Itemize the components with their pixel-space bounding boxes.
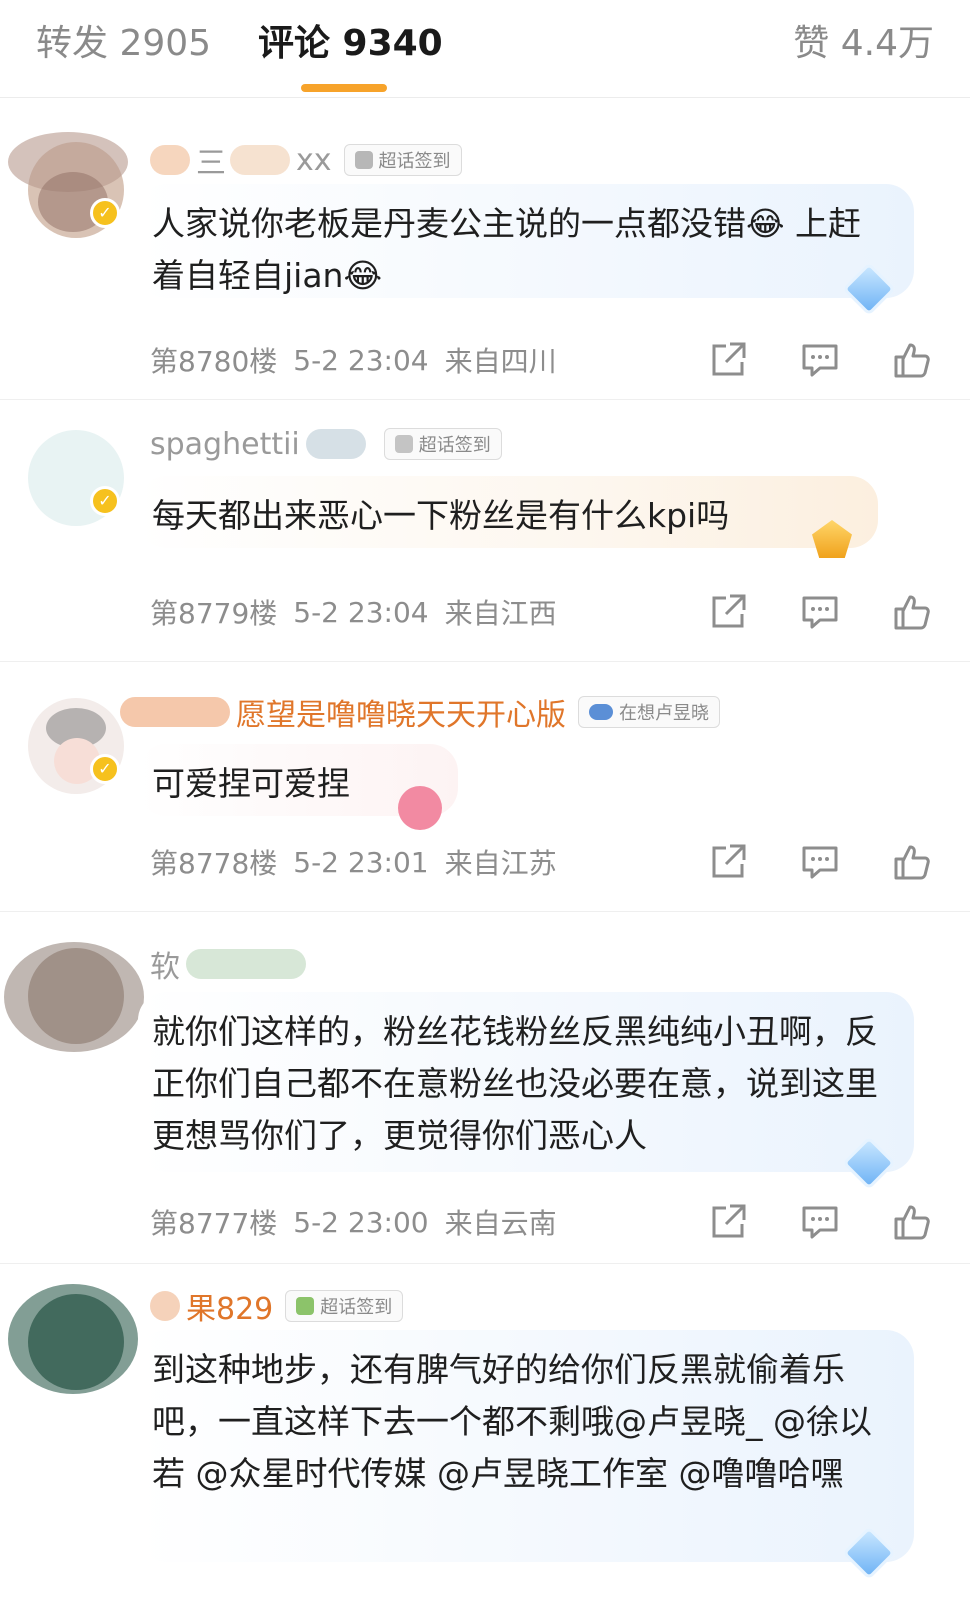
- redaction-mark: [186, 949, 306, 979]
- comment-header: 愿望是噜噜晓天天开心版 在想卢昱晓: [120, 690, 720, 734]
- location: 来自四川: [444, 345, 557, 378]
- comment-text: 就你们这样的，粉丝花钱粉丝反黑纯纯小丑啊，反正你们自己都不在意粉丝也没必要在意，…: [152, 1012, 878, 1155]
- comment-header: spaghettii 超话签到: [150, 422, 502, 466]
- like-icon[interactable]: [892, 842, 932, 882]
- comment-text: 可爱捏可爱捏: [152, 764, 350, 803]
- diamond-icon: [842, 1136, 896, 1190]
- comment-actions: [708, 1200, 932, 1244]
- super-topic-checkin-badge: 超话签到: [285, 1290, 404, 1322]
- gem-icon: [812, 520, 852, 558]
- checkin-icon: [354, 151, 373, 169]
- comment-item: ✓ 愿望是噜噜晓天天开心版 在想卢昱晓 可爱捏可爱捏 第8778楼 5-2 23…: [0, 662, 970, 912]
- timestamp: 5-2 23:00: [293, 1205, 429, 1239]
- comment-icon[interactable]: [800, 592, 840, 632]
- diamond-icon: [842, 262, 896, 316]
- comment-icon[interactable]: [800, 1202, 840, 1242]
- location: 来自江苏: [444, 847, 557, 880]
- avatar[interactable]: [4, 942, 144, 1052]
- like-icon[interactable]: [892, 340, 932, 380]
- checkin-icon: [394, 435, 413, 453]
- tab-comments[interactable]: 评论 9340: [258, 22, 443, 66]
- comment-icon[interactable]: [800, 842, 840, 882]
- share-icon[interactable]: [708, 1202, 748, 1242]
- like-icon[interactable]: [892, 592, 932, 632]
- active-tab-indicator: [301, 84, 387, 92]
- checkin-icon: [296, 1297, 315, 1315]
- comment-bubble: 就你们这样的，粉丝花钱粉丝反黑纯纯小丑啊，反正你们自己都不在意粉丝也没必要在意，…: [138, 992, 914, 1190]
- comment-header: 三 xx 超话签到: [150, 138, 462, 182]
- comment-meta: 第8778楼 5-2 23:01 来自江苏: [150, 842, 573, 882]
- comment-text: 人家说你老板是丹麦公主说的一点都没错😂 上赶着自轻自jian😂: [152, 204, 862, 295]
- floor-number: 第8779楼: [150, 597, 278, 630]
- username[interactable]: 果829: [186, 1284, 273, 1328]
- comment-actions: [708, 338, 932, 382]
- cloud-icon: [589, 704, 613, 720]
- list-fade: [0, 1582, 970, 1622]
- username[interactable]: spaghettii: [150, 427, 300, 462]
- username[interactable]: 三: [196, 138, 226, 182]
- comment-item: ✓ 三 xx 超话签到 人家说你老板是丹麦公主说的一点都没错😂 上赶着自轻自ji…: [0, 98, 970, 400]
- tab-bar: 转发 2905 评论 9340 赞 4.4万: [0, 0, 970, 98]
- floor-number: 第8777楼: [150, 1207, 278, 1240]
- timestamp: 5-2 23:04: [293, 343, 429, 377]
- bear-sticker-icon: [398, 786, 442, 830]
- comment-actions: [708, 840, 932, 884]
- diamond-icon: [842, 1526, 896, 1580]
- like-icon[interactable]: [892, 1202, 932, 1242]
- comment-header: 软: [150, 942, 312, 986]
- timestamp: 5-2 23:04: [293, 595, 429, 629]
- avatar[interactable]: [8, 1284, 138, 1394]
- floor-number: 第8778楼: [150, 847, 278, 880]
- redaction-mark: [150, 145, 190, 175]
- floor-number: 第8780楼: [150, 345, 278, 378]
- super-topic-checkin-badge: 超话签到: [343, 144, 462, 176]
- comment-bubble: 到这种地步，还有脾气好的给你们反黑就偷着乐吧，一直这样下去一个都不剩哦@卢昱晓_…: [138, 1330, 914, 1580]
- verified-badge-icon: ✓: [90, 486, 120, 516]
- comment-item: 软 就你们这样的，粉丝花钱粉丝反黑纯纯小丑啊，反正你们自己都不在意粉丝也没必要在…: [0, 912, 970, 1264]
- timestamp: 5-2 23:01: [293, 845, 429, 879]
- comment-header: 果829 超话签到: [150, 1284, 404, 1328]
- share-icon[interactable]: [708, 592, 748, 632]
- redaction-mark: [230, 145, 290, 175]
- share-icon[interactable]: [708, 842, 748, 882]
- super-topic-badge: 在想卢昱晓: [578, 696, 720, 728]
- location: 来自江西: [444, 597, 557, 630]
- redaction-mark: [150, 1291, 180, 1321]
- location: 来自云南: [444, 1207, 557, 1240]
- verified-badge-icon: ✓: [90, 754, 120, 784]
- comment-text: 每天都出来恶心一下粉丝是有什么kpi吗: [152, 496, 730, 535]
- comment-text: 到这种地步，还有脾气好的给你们反黑就偷着乐吧，一直这样下去一个都不剩哦@卢昱晓_…: [152, 1350, 872, 1493]
- share-icon[interactable]: [708, 340, 748, 380]
- comment-bubble: 每天都出来恶心一下粉丝是有什么kpi吗: [138, 476, 878, 558]
- tab-reposts[interactable]: 转发 2905: [36, 22, 211, 66]
- comment-meta: 第8780楼 5-2 23:04 来自四川: [150, 340, 573, 380]
- username[interactable]: 软: [150, 942, 180, 986]
- redaction-mark: [305, 429, 366, 459]
- comment-icon[interactable]: [800, 340, 840, 380]
- verified-badge-icon: ✓: [90, 198, 120, 228]
- username-suffix: xx: [296, 142, 332, 178]
- comment-bubble: 可爱捏可爱捏: [138, 744, 458, 830]
- comment-item: ✓ spaghettii 超话签到 每天都出来恶心一下粉丝是有什么kpi吗 第8…: [0, 400, 970, 662]
- comment-actions: [708, 590, 932, 634]
- comment-meta: 第8779楼 5-2 23:04 来自江西: [150, 592, 573, 632]
- comment-item: 果829 超话签到 到这种地步，还有脾气好的给你们反黑就偷着乐吧，一直这样下去一…: [0, 1264, 970, 1622]
- tab-likes[interactable]: 赞 4.4万: [793, 22, 934, 66]
- redaction-mark: [120, 697, 230, 727]
- username[interactable]: 愿望是噜噜晓天天开心版: [236, 690, 566, 734]
- super-topic-checkin-badge: 超话签到: [383, 428, 502, 460]
- comment-bubble: 人家说你老板是丹麦公主说的一点都没错😂 上赶着自轻自jian😂: [138, 184, 914, 316]
- comment-meta: 第8777楼 5-2 23:00 来自云南: [150, 1202, 573, 1242]
